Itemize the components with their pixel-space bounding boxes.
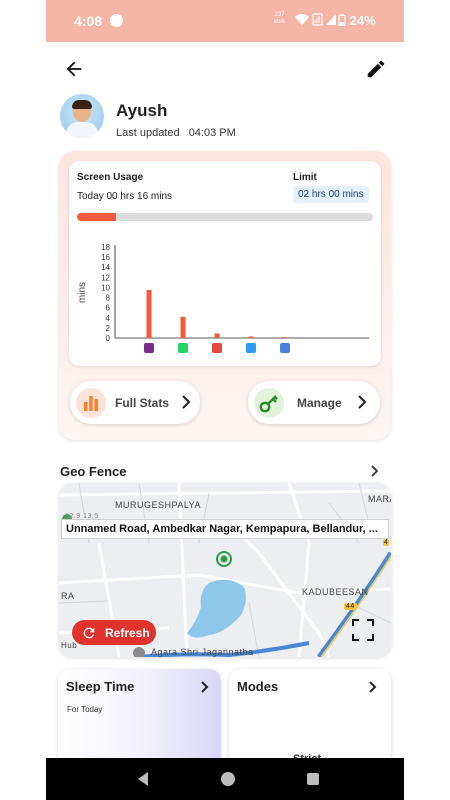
y-tick-label: 2 <box>106 324 111 333</box>
whatsapp-icon <box>178 343 188 353</box>
modes-title: Modes <box>237 679 279 694</box>
play-store-icon <box>246 343 256 353</box>
notification-dot-icon <box>110 14 123 27</box>
road-4-badge: 4 <box>383 539 390 546</box>
geo-fence-map[interactable]: MURUGESHPALYA MARA KADUBEESAN Agara Shri… <box>59 483 391 657</box>
sleep-time-subtitle: For Today <box>67 705 103 714</box>
status-bar: 4:08 237 kb/s 24% <box>46 0 404 42</box>
manage-button[interactable]: Manage <box>248 381 380 424</box>
limit-title: Limit <box>293 172 317 183</box>
chevron-right-icon <box>182 395 191 409</box>
key-icon <box>254 388 284 418</box>
usage-summary: Screen Usage Today 00 hrs 16 mins Limit … <box>69 161 381 366</box>
phone-screen: 4:08 237 kb/s 24% Ayush Last updated 04:… <box>46 0 404 800</box>
full-stats-label: Full Stats <box>115 396 170 410</box>
place-hub: Hub <box>61 641 78 650</box>
nav-back-button[interactable] <box>132 768 154 790</box>
refresh-button[interactable]: Refresh <box>72 620 156 645</box>
edit-button[interactable] <box>361 54 391 84</box>
chevron-right-icon <box>369 681 377 693</box>
bar-app-1 <box>146 289 152 338</box>
last-updated: Last updated 04:03 PM <box>116 127 236 139</box>
avatar-body <box>66 122 98 138</box>
sleep-time-title: Sleep Time <box>66 679 135 694</box>
nav-home-button[interactable] <box>217 768 239 790</box>
screen-usage-card: Screen Usage Today 00 hrs 16 mins Limit … <box>59 151 391 440</box>
y-tick-label: 10 <box>101 283 110 292</box>
battery-percent: 24% <box>349 13 376 28</box>
chevron-right-icon <box>201 681 209 693</box>
usage-progress-fill <box>77 213 117 221</box>
net-speed: 237 kb/s <box>274 12 285 26</box>
usage-progress-bar <box>77 213 373 221</box>
square-recents-icon <box>307 773 319 785</box>
address-label: Unnamed Road, Ambedkar Nagar, Kempapura,… <box>61 519 389 539</box>
bar-whatsapp <box>180 316 186 338</box>
last-updated-time: 04:03 PM <box>188 127 236 139</box>
y-tick-label: 0 <box>106 334 111 343</box>
y-axis-label: mins <box>77 282 88 303</box>
y-tick-label: 18 <box>101 243 110 252</box>
refresh-label: Refresh <box>105 626 150 640</box>
arrow-left-icon <box>66 61 82 77</box>
y-tick-label: 14 <box>101 263 110 272</box>
avatar[interactable] <box>60 94 104 138</box>
nav-recents-button[interactable] <box>302 768 324 790</box>
refresh-icon <box>83 627 95 639</box>
today-usage: Today 00 hrs 16 mins <box>77 191 173 202</box>
chrome-icon <box>212 343 222 353</box>
road-44-badge: 44 <box>344 603 357 610</box>
sim-icon <box>312 13 323 26</box>
back-button[interactable] <box>59 54 89 84</box>
avatar-hair <box>72 100 92 109</box>
y-tick-label: 8 <box>106 294 111 303</box>
app-5-icon <box>280 343 290 353</box>
triangle-back-icon <box>138 772 148 786</box>
usage-bar-chart: mins 1816141210 86420 <box>77 243 369 353</box>
fullscreen-icon[interactable] <box>351 618 375 642</box>
battery-icon <box>338 14 346 27</box>
geo-fence-title[interactable]: Geo Fence <box>60 464 126 479</box>
place-murugeshpalya: MURUGESHPALYA <box>115 500 202 510</box>
y-tick-label: 12 <box>101 273 110 282</box>
y-tick-label: 6 <box>106 304 111 313</box>
net-speed-unit: kb/s <box>274 19 286 25</box>
circle-home-icon <box>221 772 235 786</box>
place-agara: Agara Shri Jagannatha <box>151 647 254 657</box>
wifi-icon <box>295 14 309 25</box>
full-stats-button[interactable]: Full Stats <box>70 381 200 424</box>
limit-value[interactable]: 02 hrs 00 mins <box>293 186 369 203</box>
place-kadubeesan: KADUBEESAN <box>302 587 369 597</box>
status-time: 4:08 <box>74 13 103 29</box>
system-nav-bar <box>46 758 404 800</box>
chevron-right-icon <box>358 395 367 409</box>
place-mara: MARA <box>368 494 391 504</box>
place-ra: RA <box>61 591 75 601</box>
status-icons <box>294 11 338 34</box>
net-speed-value: 237 <box>274 12 285 18</box>
bar-app-5 <box>282 337 288 338</box>
y-tick-label: 16 <box>101 253 110 262</box>
y-tick-label: 4 <box>106 314 111 323</box>
bar-chrome <box>214 333 220 338</box>
signal-icon <box>326 14 336 25</box>
chevron-right-icon[interactable] <box>368 463 382 479</box>
manage-label: Manage <box>297 396 342 410</box>
bar-play-store <box>248 336 254 338</box>
app-1-icon <box>144 343 154 353</box>
screen-usage-title: Screen Usage <box>77 172 144 183</box>
bar-chart-icon <box>76 388 106 418</box>
battery-status: 24% <box>338 13 376 28</box>
pencil-icon <box>367 60 385 78</box>
child-name: Ayush <box>116 101 168 120</box>
last-updated-label: Last updated <box>116 127 180 139</box>
